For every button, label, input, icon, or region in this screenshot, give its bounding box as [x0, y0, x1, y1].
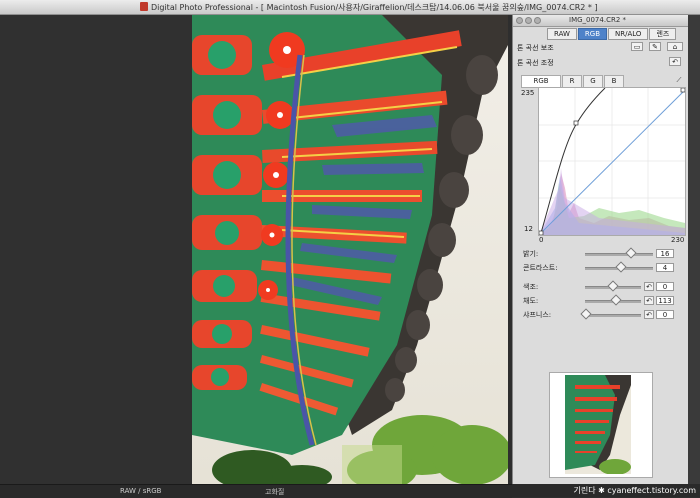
channel-selector: RGB R G B [521, 75, 625, 88]
tab-raw[interactable]: RAW [547, 28, 577, 40]
tone-curve-graph[interactable] [538, 87, 686, 236]
hue-label: 색조: [523, 283, 539, 291]
minimize-icon[interactable] [525, 17, 532, 24]
curve-top-value: 235 [521, 89, 535, 97]
tone-curve-svg [538, 87, 686, 236]
palette-tabs: RAW RGB NR/ALO 렌즈 [547, 28, 677, 40]
status-bar: RAW / sRGB 고화질 [0, 484, 512, 498]
curve-x-max: 230 [671, 236, 685, 244]
right-edge-area [688, 15, 700, 497]
sharpness-reset-icon[interactable]: ↶ [644, 310, 654, 319]
saturation-label: 채도: [523, 297, 539, 305]
palette-title-bar: IMG_0074.CR2 * [513, 15, 688, 27]
contrast-knob[interactable] [615, 261, 627, 273]
reset-curve-icon[interactable]: ↶ [669, 57, 681, 66]
brightness-slider[interactable] [585, 253, 653, 256]
sharpness-label: 샤프니스: [523, 311, 552, 319]
saturation-reset-icon[interactable]: ↶ [644, 296, 654, 305]
zoom-icon[interactable] [534, 17, 541, 24]
photo-preview[interactable] [192, 15, 508, 484]
sharpness-value[interactable]: 0 [656, 310, 674, 319]
app-document-icon [140, 2, 148, 11]
left-empty-area [0, 15, 192, 484]
brightness-label: 밝기: [523, 250, 539, 258]
tab-rgb[interactable]: RGB [577, 28, 608, 40]
title-bar: Digital Photo Professional - [ Macintosh… [0, 0, 700, 15]
tone-curve-adjust-label: 톤 곡선 조정 [517, 59, 554, 67]
curve-bottom-value: 12 [524, 225, 533, 233]
brightness-value[interactable]: 16 [656, 249, 674, 258]
contrast-label: 콘트라스트: [523, 264, 558, 272]
tab-nr-alo[interactable]: NR/ALO [608, 28, 649, 40]
watermark-text: 기린다 ✱ cyaneffect.tistory.com [512, 484, 700, 497]
hue-reset-icon[interactable]: ↶ [644, 282, 654, 291]
tool-palette: IMG_0074.CR2 * RAW RGB NR/ALO 렌즈 톤 곡선 보조… [512, 15, 689, 484]
palette-title: IMG_0074.CR2 * [569, 16, 626, 24]
curve-assist-camera-icon[interactable]: ⌂ [667, 42, 683, 51]
contrast-value[interactable]: 4 [656, 263, 674, 272]
curve-assist-edit-icon[interactable]: ✎ [649, 42, 661, 51]
color-mode-status: RAW / sRGB [120, 487, 162, 495]
quality-status: 고화질 [265, 488, 285, 496]
saturation-value[interactable]: 113 [656, 296, 674, 305]
curve-assist-doc-icon[interactable]: ▭ [631, 42, 643, 51]
eyedropper-icon[interactable]: ⟋ [673, 76, 685, 85]
window-title: Digital Photo Professional - [ Macintosh… [151, 3, 598, 12]
curve-x-min: 0 [539, 236, 544, 244]
tone-curve-assist-label: 톤 곡선 보조 [517, 44, 554, 52]
hue-value[interactable]: 0 [656, 282, 674, 291]
photo-image [192, 15, 508, 484]
sharpness-slider[interactable] [585, 314, 641, 317]
navigator-thumbnail[interactable] [549, 372, 653, 478]
thumbnail-image [565, 375, 631, 474]
hue-knob[interactable] [607, 280, 619, 292]
close-icon[interactable] [516, 17, 523, 24]
brightness-knob[interactable] [625, 247, 637, 259]
saturation-knob[interactable] [610, 294, 623, 306]
tab-lens[interactable]: 렌즈 [649, 28, 677, 40]
sharpness-knob[interactable] [580, 308, 592, 320]
